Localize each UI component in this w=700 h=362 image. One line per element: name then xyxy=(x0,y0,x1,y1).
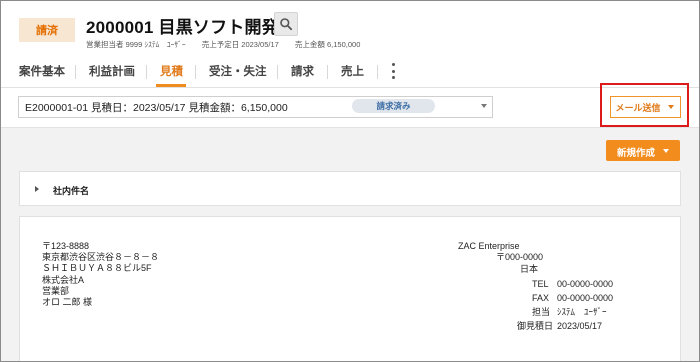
tab-profit-plan[interactable]: 利益計画 xyxy=(89,63,135,79)
recipient-postal: 〒123-8888 xyxy=(42,241,90,251)
tab-billing[interactable]: 請求 xyxy=(291,63,314,79)
issuer-date: 2023/05/17 xyxy=(557,321,603,331)
tab-separator xyxy=(377,65,378,79)
estimate-document-preview: 〒123-8888 東京都渋谷区渋谷８－８－８ ＳＨＩＢＵＹＡ８８ビル5F 株式… xyxy=(19,216,681,361)
internal-name-label: 社内件名 xyxy=(53,186,90,196)
tab-separator xyxy=(75,65,76,79)
issuer-person-label: 担当 xyxy=(532,307,551,317)
issuer-fax-label: FAX xyxy=(532,293,550,303)
recipient-company: 株式会社A xyxy=(42,274,85,285)
recipient-department: 営業部 xyxy=(42,285,70,296)
issuer-person: ｼｽﾃﾑ ﾕｰｻﾞｰ xyxy=(557,307,607,317)
issuer-postal: 〒000-0000 xyxy=(496,252,544,262)
more-vertical-icon[interactable] xyxy=(389,63,397,79)
search-icon xyxy=(280,18,293,31)
search-button[interactable] xyxy=(274,12,298,36)
recipient-building: ＳＨＩＢＵＹＡ８８ビル5F xyxy=(42,263,152,274)
tab-estimate[interactable]: 見積 xyxy=(160,63,183,79)
issuer-tel: 00-0000-0000 xyxy=(557,279,614,289)
recipient-address-line: 東京都渋谷区渋谷８－８－８ xyxy=(42,252,160,263)
sales-rep: 営業担当者 9999 ｼｽﾃﾑ ﾕｰｻﾞｰ xyxy=(86,40,186,49)
app-frame: 請済 2000001 目黒ソフト開発 営業担当者 9999 ｼｽﾃﾑ ﾕｰｻﾞｰ… xyxy=(0,0,700,362)
chevron-down-icon xyxy=(481,104,487,108)
tab-sales[interactable]: 売上 xyxy=(341,63,364,79)
internal-name-panel[interactable]: 社内件名 xyxy=(19,171,681,206)
active-tab-indicator xyxy=(156,84,186,87)
highlight-box xyxy=(600,83,689,127)
status-badge: 請済 xyxy=(19,18,75,42)
issuer-date-label: 御見積日 xyxy=(517,321,554,331)
estimate-status-pill: 請求済み xyxy=(352,99,435,113)
tab-separator xyxy=(277,65,278,79)
tab-separator xyxy=(327,65,328,79)
page-title: 2000001 目黒ソフト開発 xyxy=(86,18,279,37)
issuer-company-name: ZAC Enterprise xyxy=(458,241,520,251)
issuer-country: 日本 xyxy=(520,264,539,274)
caret-down-icon xyxy=(663,149,669,153)
recipient-address: 〒123-8888 東京都渋谷区渋谷８－８－８ ＳＨＩＢＵＹＡ８８ビル5F 株式… xyxy=(42,241,159,308)
caret-right-icon xyxy=(35,186,39,192)
estimate-select-value: E2000001-01 見積日：2023/05/17 見積金額：6,150,00… xyxy=(25,102,288,114)
sales-date: 売上予定日 2023/05/17 xyxy=(201,40,279,49)
tab-separator xyxy=(195,65,196,79)
issuer-fax: 00-0000-0000 xyxy=(557,293,614,303)
new-create-label: 新規作成 xyxy=(617,148,656,159)
new-create-button[interactable]: 新規作成 xyxy=(606,140,680,161)
recipient-person: オロ 二郎 様 xyxy=(42,297,93,308)
sales-amount: 売上金額 6,150,000 xyxy=(294,40,361,49)
estimate-select[interactable]: E2000001-01 見積日：2023/05/17 見積金額：6,150,00… xyxy=(18,96,493,118)
tab-separator xyxy=(146,65,147,79)
tab-bar: 案件基本 利益計画 見積 受注・失注 請求 売上 xyxy=(1,57,699,88)
tab-case-basic[interactable]: 案件基本 xyxy=(19,63,65,79)
issuer-tel-label: TEL xyxy=(532,279,549,289)
case-meta: 営業担当者 9999 ｼｽﾃﾑ ﾕｰｻﾞｰ 売上予定日 2023/05/17 売… xyxy=(86,39,374,50)
tab-order[interactable]: 受注・失注 xyxy=(209,63,267,79)
